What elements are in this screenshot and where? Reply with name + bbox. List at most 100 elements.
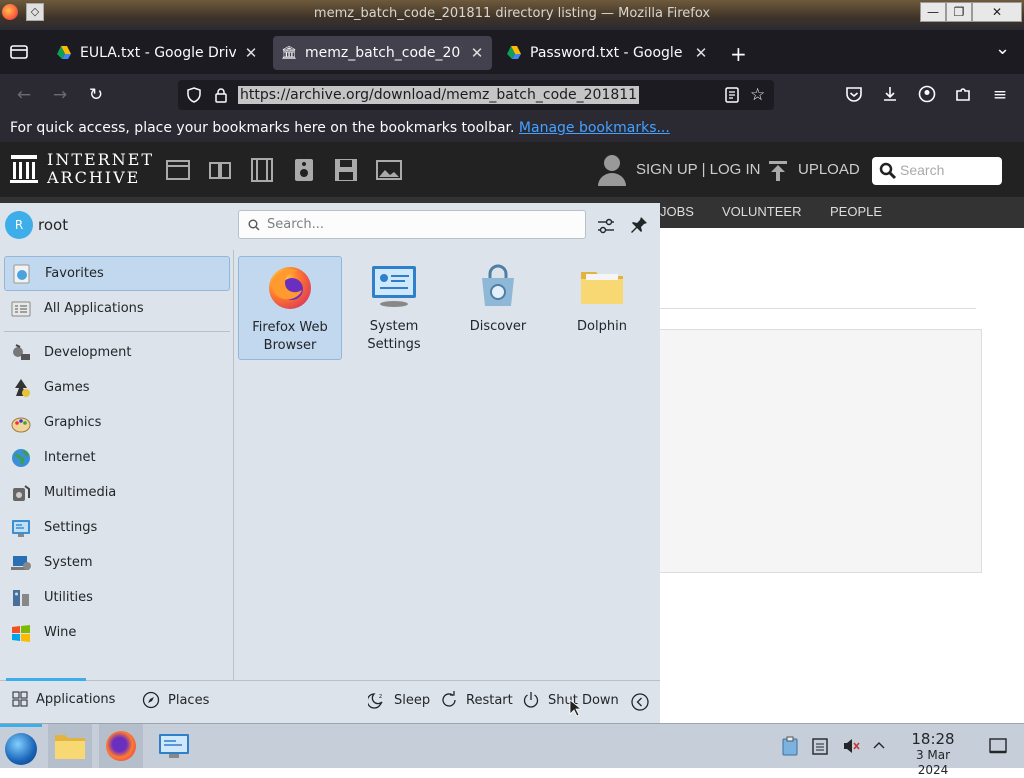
tab-strip: EULA.txt - Google Drive ✕ 🏛 memz_batch_c… — [0, 30, 1024, 74]
google-drive-icon — [57, 46, 71, 59]
account-icon[interactable] — [918, 85, 938, 105]
category-development[interactable]: Development — [4, 335, 230, 370]
start-menu-button[interactable] — [0, 724, 42, 768]
category-multimedia[interactable]: Multimedia — [4, 475, 230, 510]
volume-muted-icon[interactable] — [842, 737, 860, 755]
search-icon — [879, 162, 897, 180]
software-disk-icon[interactable] — [334, 158, 358, 182]
category-games[interactable]: Games — [4, 370, 230, 405]
multimedia-icon — [10, 482, 32, 504]
all-applications-icon — [10, 298, 32, 320]
new-tab-button[interactable]: + — [730, 42, 747, 66]
upload-link[interactable]: UPLOAD — [798, 161, 860, 178]
divider — [660, 308, 976, 309]
category-graphics[interactable]: Graphics — [4, 405, 230, 440]
images-icon[interactable] — [376, 160, 402, 180]
firefox-view-icon[interactable] — [10, 44, 28, 60]
ia-search-box[interactable]: Search — [872, 157, 1002, 185]
start-orb-icon — [5, 733, 37, 765]
taskbar-firefox[interactable] — [99, 724, 143, 768]
pin-icon[interactable] — [630, 216, 648, 234]
user-name: root — [38, 216, 69, 234]
tab-password[interactable]: Password.txt - Google Dr ✕ — [498, 36, 716, 70]
lock-icon[interactable] — [214, 87, 228, 103]
minimize-button[interactable]: — — [920, 2, 946, 22]
show-hidden-icons-chevron-icon[interactable] — [872, 738, 886, 752]
taskbar-dolphin[interactable] — [48, 724, 92, 768]
reader-view-icon[interactable] — [724, 87, 740, 103]
ia-logo-icon[interactable] — [10, 154, 38, 184]
page-content — [660, 228, 1024, 723]
extensions-icon[interactable] — [954, 85, 974, 105]
audio-speaker-icon[interactable] — [293, 158, 315, 182]
reload-icon[interactable]: ↻ — [86, 85, 106, 105]
category-all-applications[interactable]: All Applications — [4, 291, 230, 326]
applications-tab[interactable]: Applications — [12, 691, 115, 707]
url-text[interactable]: https://archive.org/download/memz_batch_… — [238, 86, 640, 104]
category-settings[interactable]: Settings — [4, 510, 230, 545]
category-system[interactable]: System — [4, 545, 230, 580]
texts-book-icon[interactable] — [208, 160, 232, 180]
app-discover[interactable]: Discover — [446, 256, 550, 360]
upload-arrow-icon[interactable] — [767, 160, 789, 182]
bookmarks-toolbar: For quick access, place your bookmarks h… — [0, 116, 1024, 142]
app-firefox[interactable]: Firefox Web Browser — [238, 256, 342, 360]
more-options-chevron-icon[interactable] — [631, 693, 649, 711]
app-dolphin[interactable]: Dolphin — [550, 256, 654, 360]
launcher-header: R root Search... — [0, 203, 660, 250]
app-grid: Firefox Web Browser System Settings Disc… — [235, 250, 660, 680]
user-avatar[interactable]: R — [5, 211, 33, 239]
manage-bookmarks-link[interactable]: Manage bookmarks... — [519, 120, 670, 136]
menu-hamburger-icon[interactable]: ≡ — [990, 85, 1010, 105]
places-tab[interactable]: Places — [142, 691, 209, 709]
show-desktop-icon[interactable] — [989, 737, 1007, 755]
close-tab-icon[interactable]: ✕ — [244, 44, 258, 62]
tab-label: Password.txt - Google Dr — [530, 45, 686, 61]
favorites-icon — [11, 263, 33, 285]
maximize-button[interactable]: ❐ — [946, 2, 972, 22]
restart-button[interactable]: Restart — [440, 691, 513, 709]
sleep-button[interactable]: z Sleep — [368, 691, 430, 709]
clock[interactable]: 18:28 3 Mar 2024 — [903, 731, 963, 778]
discover-bag-icon — [474, 262, 522, 310]
system-icon — [10, 552, 32, 574]
close-window-button[interactable]: ✕ — [972, 2, 1022, 22]
taskbar: 18:28 3 Mar 2024 — [0, 723, 1024, 777]
archive-building-icon: 🏛 — [281, 45, 298, 61]
clock-time: 18:28 — [911, 730, 955, 748]
subnav-people[interactable]: PEOPLE — [830, 204, 882, 219]
category-favorites[interactable]: Favorites — [4, 256, 230, 291]
forward-arrow-icon[interactable]: → — [50, 85, 70, 105]
notes-tray-icon[interactable] — [812, 737, 828, 755]
configure-sliders-icon[interactable] — [596, 217, 616, 235]
tab-eula[interactable]: EULA.txt - Google Drive ✕ — [48, 36, 266, 70]
tab-memz[interactable]: 🏛 memz_batch_code_2018 ✕ — [273, 36, 492, 70]
taskbar-system-settings[interactable] — [152, 724, 196, 768]
launcher-search-input[interactable]: Search... — [238, 210, 586, 239]
application-launcher: R root Search... Favorites All Applicati… — [0, 203, 660, 723]
downloads-icon[interactable] — [881, 85, 901, 105]
clipboard-tray-icon[interactable] — [782, 736, 798, 756]
ia-logo-text[interactable]: INTERNET ARCHIVE — [47, 151, 154, 187]
close-tab-icon[interactable]: ✕ — [470, 44, 484, 62]
signup-login-link[interactable]: SIGN UP | LOG IN — [636, 161, 760, 178]
subnav-jobs[interactable]: JOBS — [660, 204, 694, 219]
bookmark-star-icon[interactable]: ☆ — [750, 85, 765, 105]
app-system-settings[interactable]: System Settings — [342, 256, 446, 360]
subnav-volunteer[interactable]: VOLUNTEER — [722, 204, 801, 219]
folder-icon — [54, 732, 86, 760]
tracking-shield-icon[interactable] — [186, 87, 202, 103]
category-wine[interactable]: Wine — [4, 615, 230, 650]
back-arrow-icon[interactable]: ← — [14, 85, 34, 105]
video-film-icon[interactable] — [250, 158, 274, 182]
category-utilities[interactable]: Utilities — [4, 580, 230, 615]
user-avatar-icon[interactable] — [598, 154, 626, 186]
close-tab-icon[interactable]: ✕ — [694, 44, 708, 62]
list-all-tabs-button[interactable]: ⌄ — [995, 38, 1010, 59]
mouse-cursor-icon — [569, 699, 581, 717]
active-tab-indicator — [6, 678, 86, 681]
pocket-icon[interactable] — [845, 85, 865, 105]
web-icon[interactable] — [166, 160, 190, 180]
category-internet[interactable]: Internet — [4, 440, 230, 475]
games-icon — [10, 377, 32, 399]
